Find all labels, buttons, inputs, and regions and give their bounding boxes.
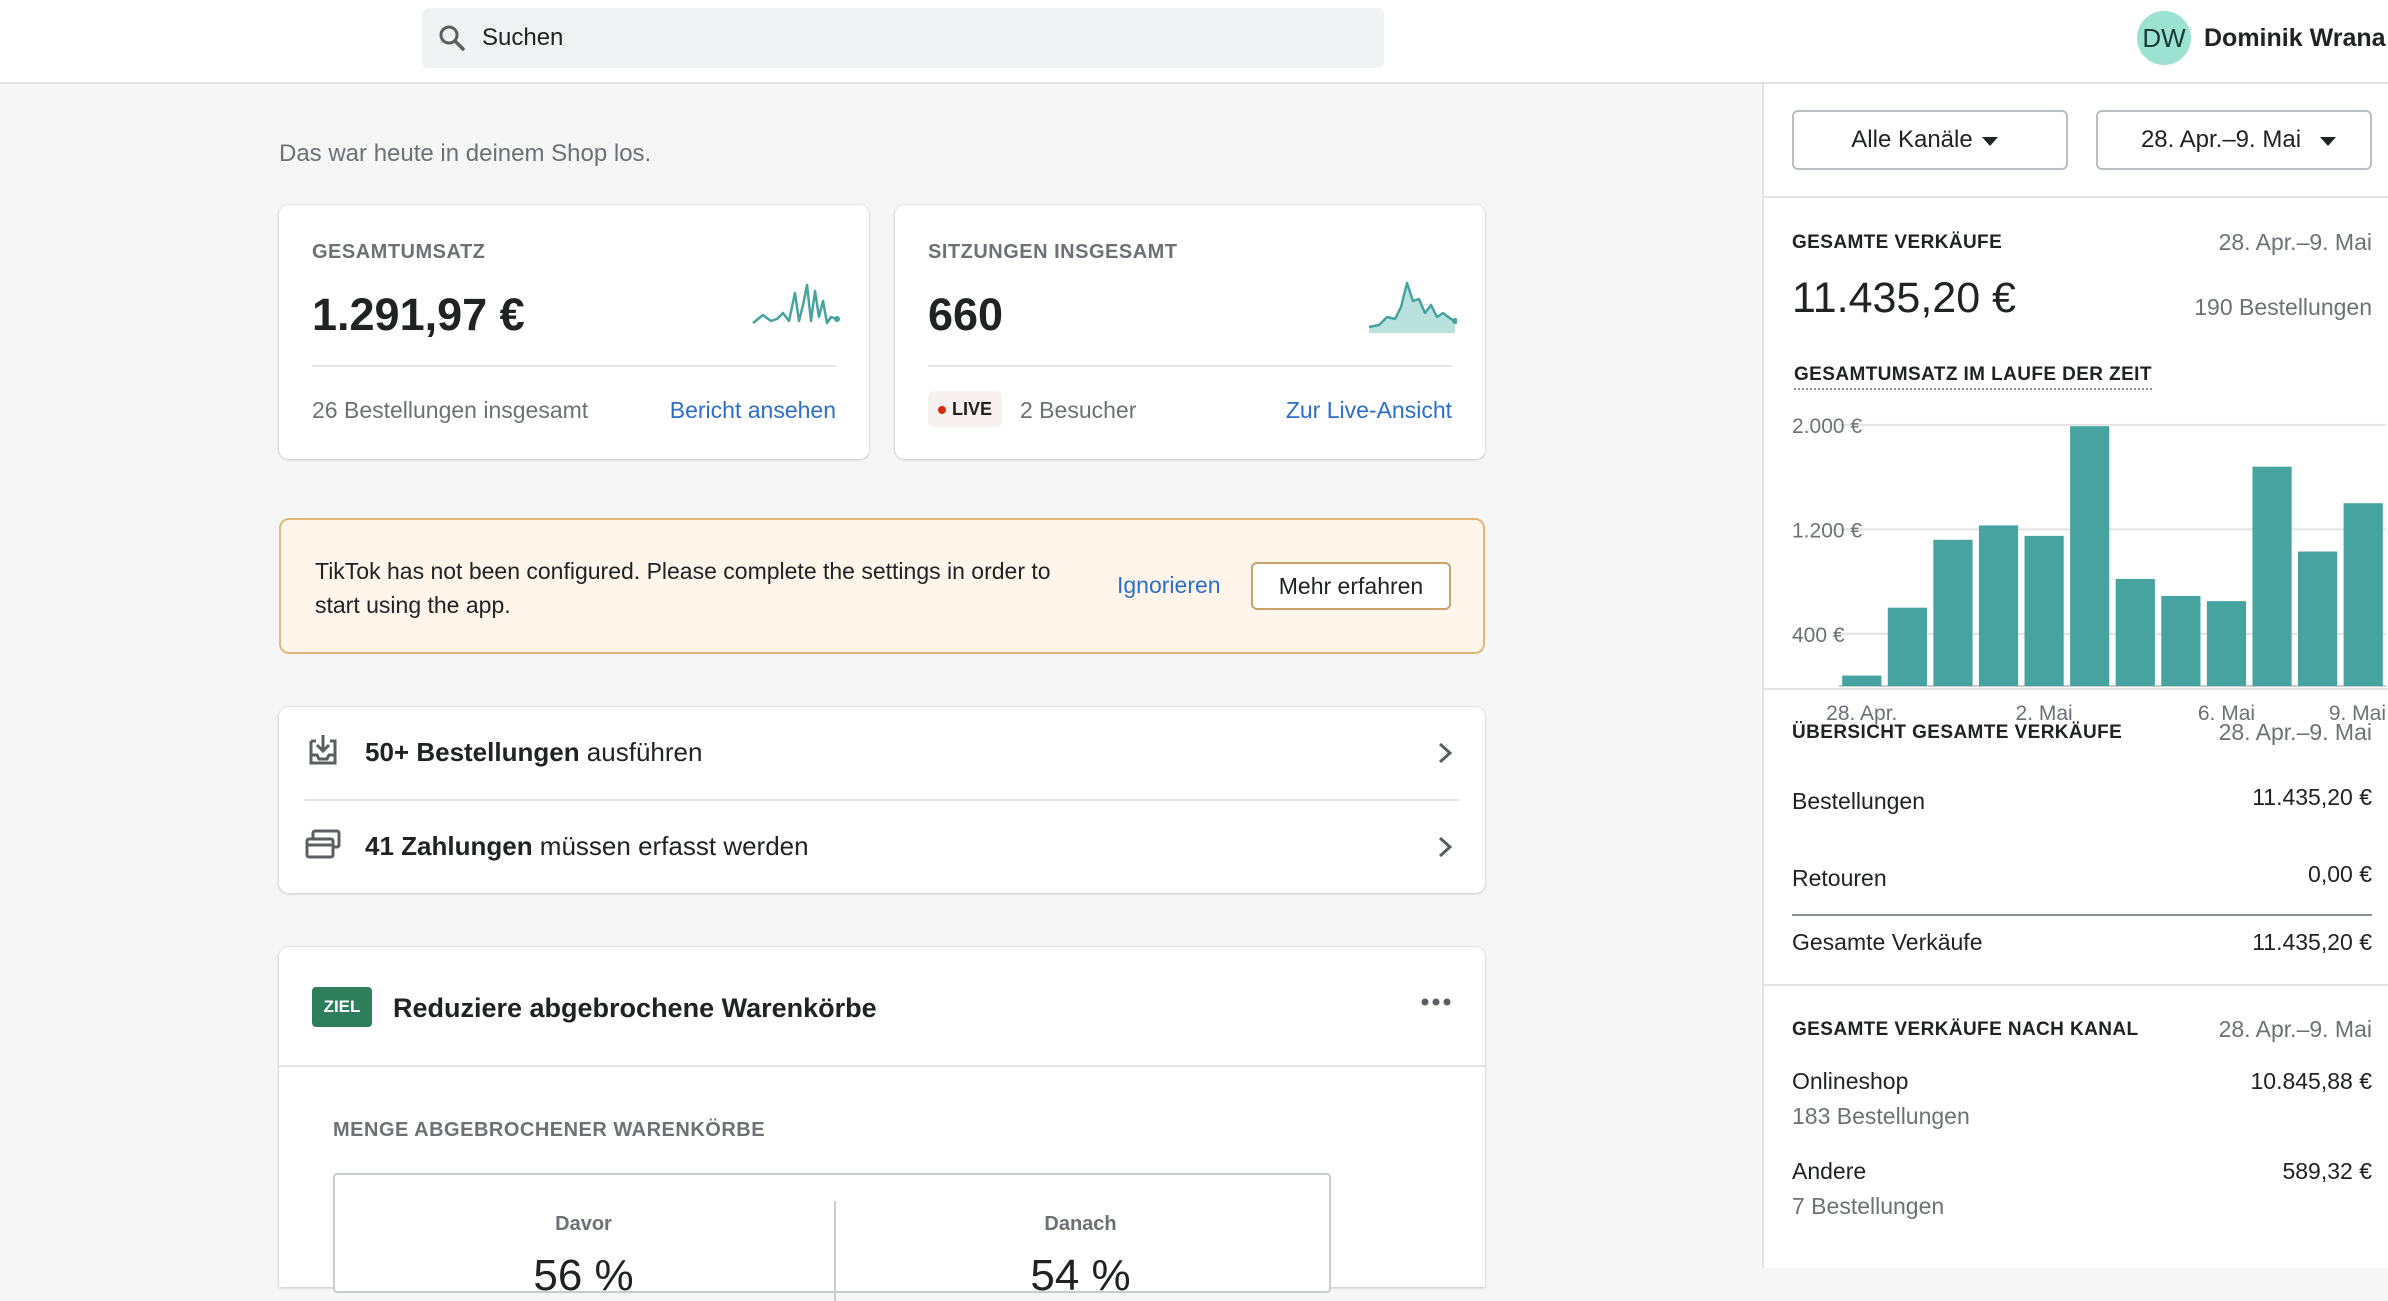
kpi-card-sales: GESAMTUMSATZ 1.291,97 € 26 Bestellungen … xyxy=(279,205,869,459)
chart-bar-12[interactable] xyxy=(2343,503,2383,686)
compare-after: Danach 54 % xyxy=(832,1175,1329,1300)
total-sales-date: 28. Apr.–9. Mai xyxy=(2218,229,2372,255)
channel-dropdown[interactable]: Alle Kanäle xyxy=(1792,110,2068,170)
channel-row-label: Andere xyxy=(1792,1158,1867,1184)
overview-sum-line xyxy=(1792,914,2372,916)
chevron-right-icon xyxy=(1438,836,1453,858)
kpi-sessions-footer: 2 Besucher xyxy=(1020,397,1137,423)
overview-row-value: 0,00 € xyxy=(2308,861,2372,887)
before-value: 56 % xyxy=(533,1251,634,1300)
task-row-payments[interactable]: 41 Zahlungen müssen erfasst werden xyxy=(279,801,1485,893)
download-inbox-icon xyxy=(309,735,337,765)
compare-before: Davor 56 % xyxy=(335,1175,832,1300)
task-row-orders[interactable]: 50+ Bestellungen ausführen xyxy=(279,707,1485,799)
total-sales-title: GESAMTE VERKÄUFE xyxy=(1792,232,2003,253)
overview-row-label: Bestellungen xyxy=(1792,788,1925,814)
kpi-sales-divider xyxy=(312,365,836,367)
tiktok-warning-banner: TikTok has not been configured. Please c… xyxy=(279,518,1485,654)
user-name[interactable]: Dominik Wrana xyxy=(2204,24,2386,53)
kpi-sales-label: GESAMTUMSATZ xyxy=(312,241,486,263)
panel-divider xyxy=(1764,688,2388,690)
chart-title[interactable]: GESAMTUMSATZ IM LAUFE DER ZEIT xyxy=(1794,364,2152,390)
goal-title: Reduziere abgebrochene Warenkörbe xyxy=(393,993,877,1023)
learn-more-button[interactable]: Mehr erfahren xyxy=(1251,562,1451,610)
chart-bar-3[interactable] xyxy=(1933,539,1973,686)
total-sales-value: 11.435,20 € xyxy=(1792,274,2016,322)
abandoned-cart-comparison: Davor 56 % Danach 54 % xyxy=(333,1173,1331,1301)
caret-down-icon xyxy=(1982,137,1998,146)
live-dot-icon xyxy=(938,406,946,415)
right-panel: Alle Kanäle 28. Apr.–9. Mai GESAMTE VERK… xyxy=(1762,84,2388,1268)
kpi-sessions-value: 660 xyxy=(928,289,1004,340)
chart-bar-10[interactable] xyxy=(2252,466,2292,686)
ignore-button[interactable]: Ignorieren xyxy=(1117,572,1221,599)
channel-row-label: Onlineshop xyxy=(1792,1068,1909,1094)
by-channel-date: 28. Apr.–9. Mai xyxy=(2218,1016,2372,1042)
live-badge: LIVE xyxy=(928,391,1003,427)
kpi-card-sessions: SITZUNGEN INSGESAMT 660 LIVE 2 Besucher … xyxy=(895,205,1485,459)
overview-date: 28. Apr.–9. Mai xyxy=(2218,719,2372,745)
after-label: Danach xyxy=(1044,1213,1117,1235)
overview-title: ÜBERSICHT GESAMTE VERKÄUFE xyxy=(1792,722,2123,743)
sales-sparkline xyxy=(752,283,840,325)
goal-badge: ZIEL xyxy=(312,987,372,1027)
chart-bar-7[interactable] xyxy=(2115,578,2155,686)
task-payments-text: 41 Zahlungen müssen erfasst werden xyxy=(365,831,809,861)
chart-bar-2[interactable] xyxy=(1887,607,1927,686)
banner-text: TikTok has not been configured. Please c… xyxy=(315,558,1051,618)
total-orders-count: 190 Bestellungen xyxy=(2194,294,2372,320)
credit-card-icon xyxy=(305,829,341,859)
tasks-card: 50+ Bestellungen ausführen 41 Zahlungen … xyxy=(279,707,1485,893)
task-orders-text: 50+ Bestellungen ausführen xyxy=(365,737,703,767)
more-options-icon[interactable] xyxy=(1421,997,1451,1007)
kpi-sessions-label: SITZUNGEN INSGESAMT xyxy=(928,241,1178,263)
chart-bar-6[interactable] xyxy=(2070,426,2110,686)
search-input[interactable]: Suchen xyxy=(422,8,1384,68)
after-value: 54 % xyxy=(1030,1251,1131,1300)
overview-row-value: 11.435,20 € xyxy=(2252,784,2372,810)
kpi-sessions-divider xyxy=(928,365,1452,367)
channel-row-orders: 183 Bestellungen xyxy=(1792,1103,1970,1129)
by-channel-title: GESAMTE VERKÄUFE NACH KANAL xyxy=(1792,1019,2139,1040)
y-tick-label: 1.200 € xyxy=(1792,519,1862,542)
search-icon xyxy=(439,25,465,51)
before-label: Davor xyxy=(555,1213,612,1235)
goal-subtitle: MENGE ABGEBROCHENER WARENKÖRBE xyxy=(333,1119,766,1141)
chevron-right-icon xyxy=(1438,742,1453,764)
overview-row-value: 11.435,20 € xyxy=(2252,929,2372,955)
chart-bar-5[interactable] xyxy=(2024,535,2064,686)
panel-divider xyxy=(1764,984,2388,986)
goal-divider xyxy=(279,1065,1485,1067)
channel-row-value: 589,32 € xyxy=(2282,1158,2372,1184)
caret-down-icon xyxy=(2320,137,2336,146)
top-bar: Suchen DW Dominik Wrana xyxy=(0,0,2388,84)
chart-bar-1[interactable] xyxy=(1842,675,1882,686)
intro-text: Das war heute in deinem Shop los. xyxy=(279,140,652,167)
sales-over-time-chart: 2.000 €1.200 €400 €28. Apr. 2. Mai 6. Mai 9… xyxy=(1792,415,2386,725)
live-view-link[interactable]: Zur Live-Ansicht xyxy=(1286,397,1452,424)
live-badge-label: LIVE xyxy=(952,399,993,419)
date-range-dropdown[interactable]: 28. Apr.–9. Mai xyxy=(2096,110,2372,170)
date-dropdown-label: 28. Apr.–9. Mai xyxy=(2140,126,2302,153)
chart-bar-9[interactable] xyxy=(2206,601,2247,686)
chart-bar-4[interactable] xyxy=(1978,525,2019,686)
panel-divider xyxy=(1764,196,2388,198)
sessions-sparkline xyxy=(1368,281,1457,333)
y-tick-label: 2.000 € xyxy=(1792,415,1862,438)
kpi-sales-value: 1.291,97 € xyxy=(312,289,525,340)
chart-bar-8[interactable] xyxy=(2161,595,2201,686)
kpi-sales-footer: 26 Bestellungen insgesamt xyxy=(312,397,589,423)
overview-row-label: Retouren xyxy=(1792,865,1887,891)
avatar[interactable]: DW xyxy=(2137,11,2191,65)
view-report-link[interactable]: Bericht ansehen xyxy=(670,397,836,424)
y-tick-label: 400 € xyxy=(1792,624,1845,647)
overview-row-label: Gesamte Verkäufe xyxy=(1792,929,1983,955)
search-placeholder: Suchen xyxy=(482,24,564,51)
goal-card: ZIEL Reduziere abgebrochene Warenkörbe M… xyxy=(279,947,1485,1301)
channel-row-orders: 7 Bestellungen xyxy=(1792,1193,1945,1219)
channel-row-value: 10.845,88 € xyxy=(2250,1068,2372,1094)
chart-bar-11[interactable] xyxy=(2298,551,2338,686)
